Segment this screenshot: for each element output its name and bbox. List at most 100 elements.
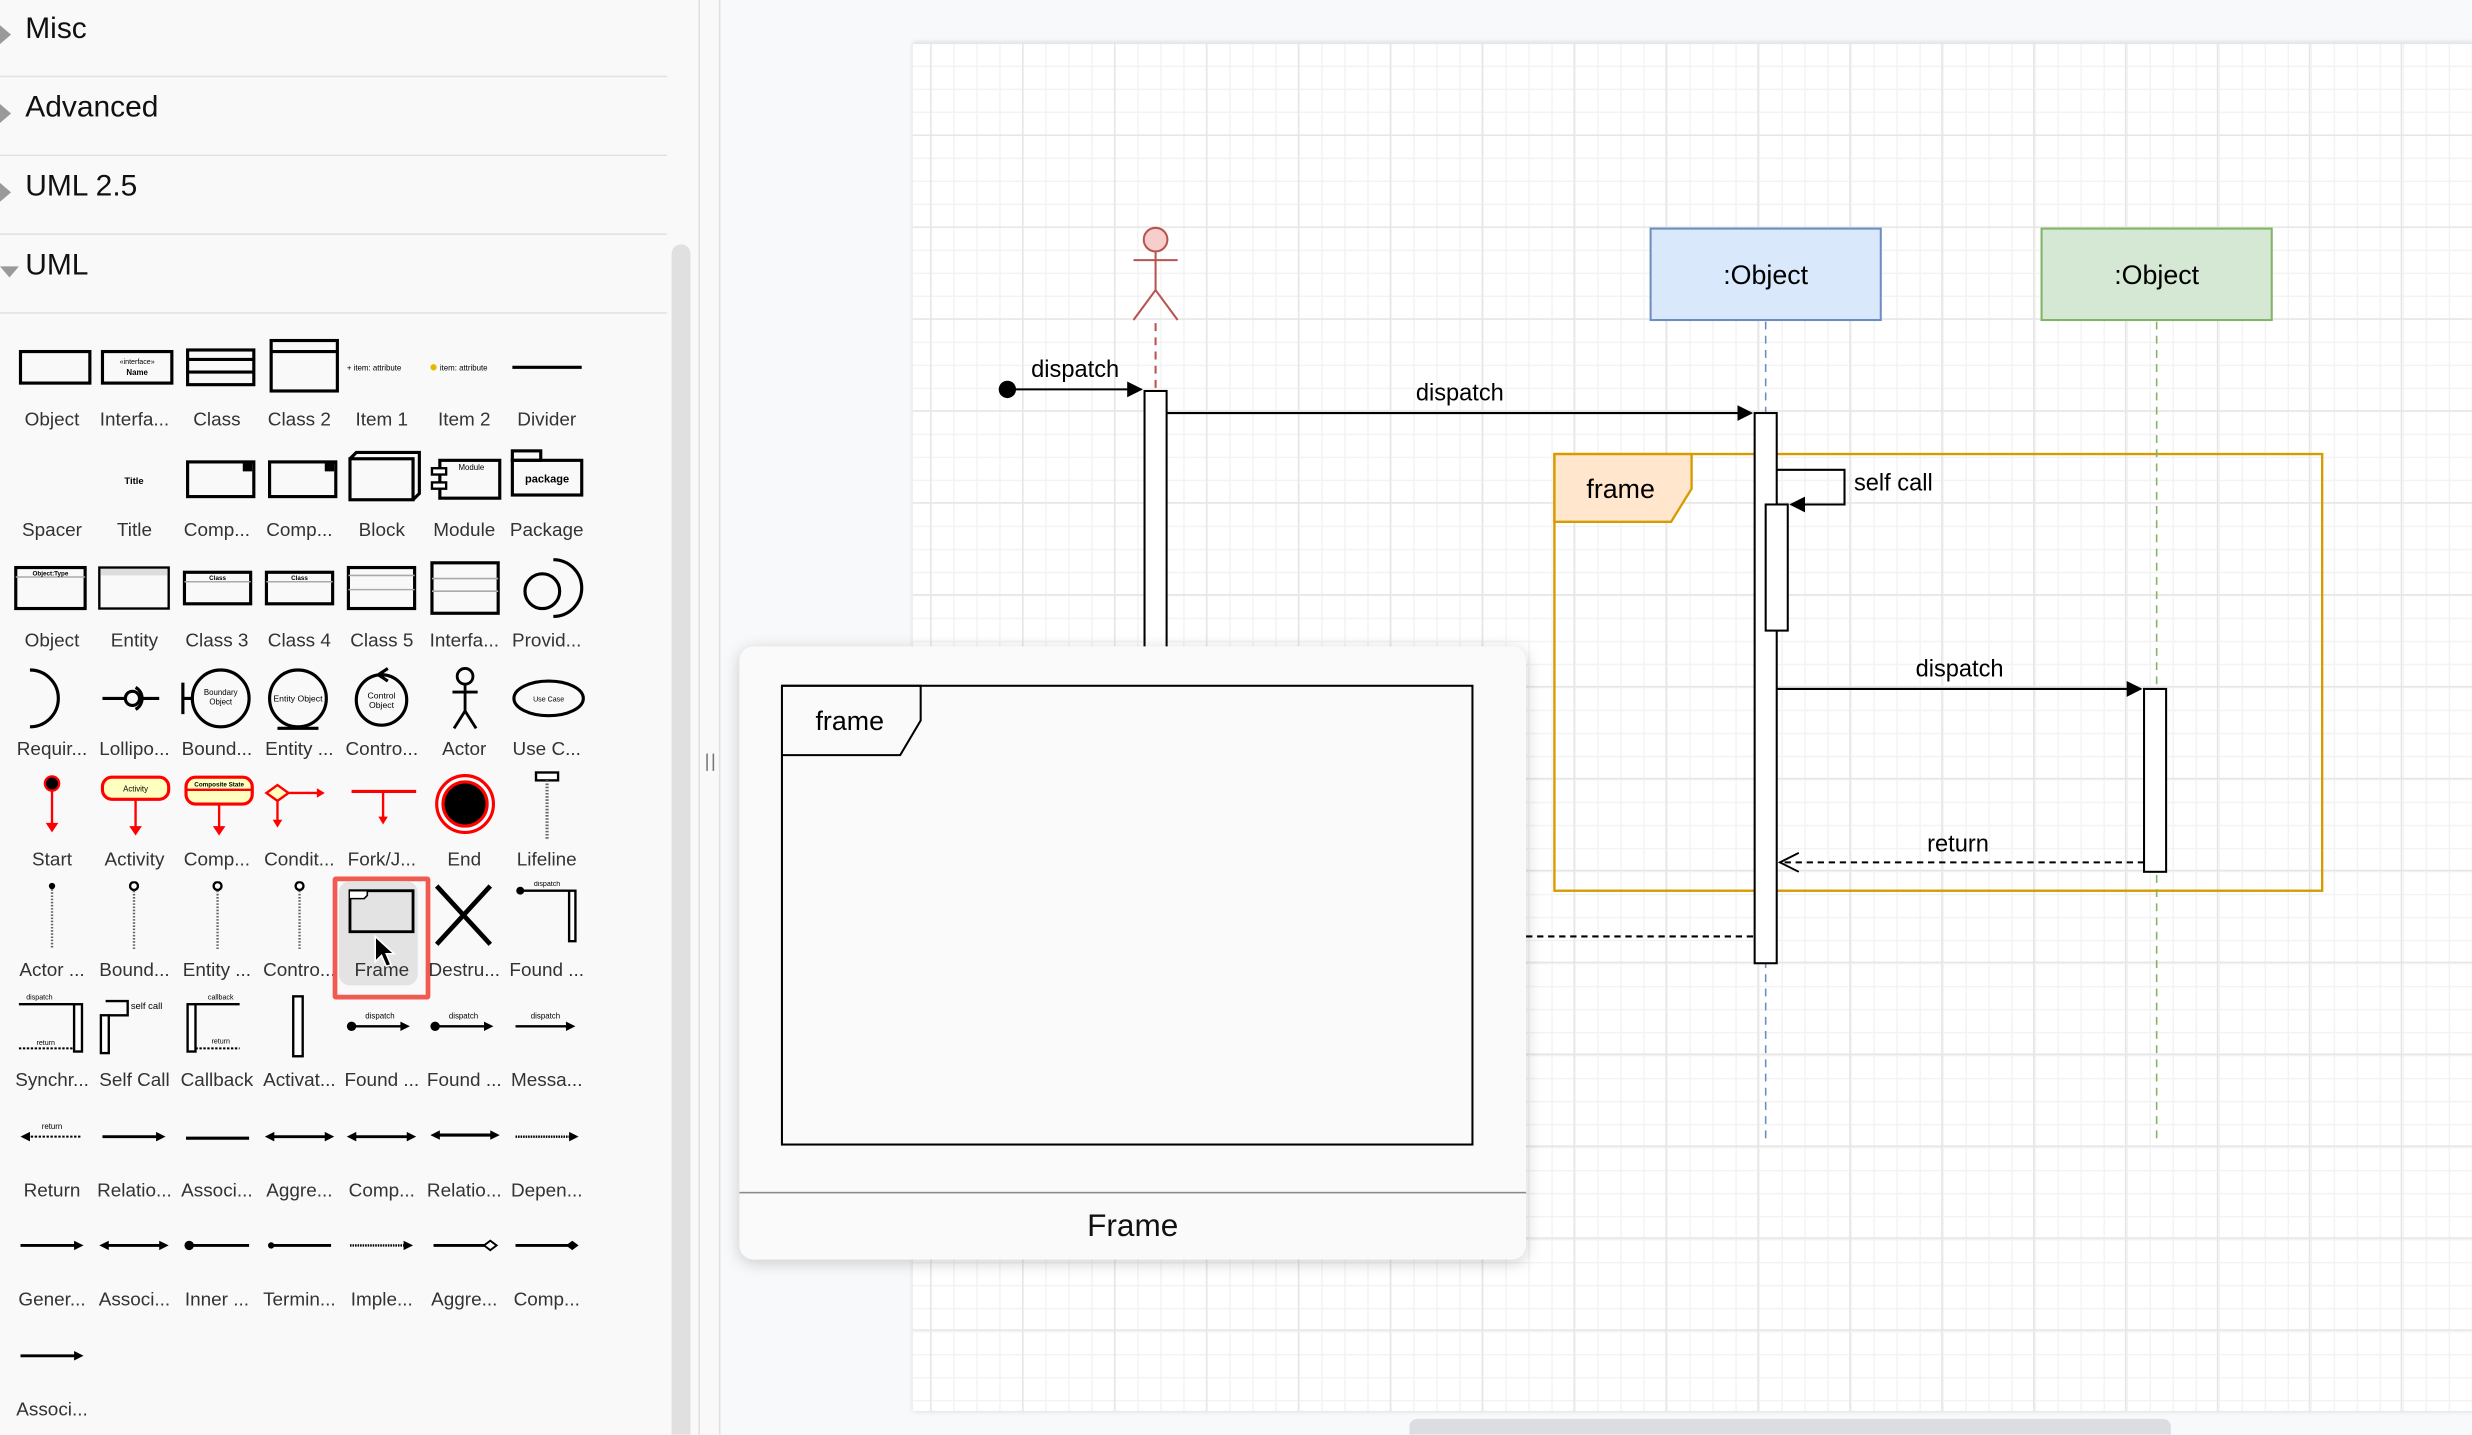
tooltip-divider [739, 1191, 1527, 1194]
shape-interface[interactable]: «interface» Name Interfa... [93, 331, 175, 441]
shape-label: Entity [110, 628, 159, 651]
shape-label: Relatio... [97, 1178, 172, 1201]
shape-aggregation[interactable]: Aggre... [258, 1101, 340, 1211]
condition-icon [264, 783, 325, 828]
svg-text:Object: Object [369, 700, 395, 710]
shape-end[interactable]: End [423, 771, 505, 881]
shape-boundary-lifeline[interactable]: Bound... [93, 881, 175, 991]
shape-object[interactable]: Object Object [11, 331, 93, 441]
required-interface-icon [29, 669, 60, 729]
shape-class[interactable]: Class [176, 331, 258, 441]
component2-icon [267, 460, 338, 498]
class-icon [185, 348, 255, 387]
self-call-message[interactable]: self call [1776, 468, 1933, 513]
shape-fork-join[interactable]: Fork/J... [341, 771, 423, 881]
actor-lifeline[interactable] [1132, 226, 1179, 391]
shape-synchronous-call[interactable]: dispatch return Synchr... [11, 991, 93, 1101]
shape-dependency[interactable]: Depen... [506, 1101, 588, 1211]
shape-use-case[interactable]: Use Case Use C... [506, 661, 588, 771]
self-call-activation[interactable] [1764, 503, 1789, 632]
activation-2[interactable] [2143, 687, 2168, 873]
sync-message-1[interactable]: dispatch [1166, 380, 1754, 421]
shape-control-lifeline[interactable]: Contro... [258, 881, 340, 991]
shape-found-message[interactable]: dispatch Found ... [341, 991, 423, 1101]
section-uml-2-5[interactable]: UML 2.5 [0, 154, 667, 235]
shape-item1[interactable]: + item: attribute Item 1 [341, 331, 423, 441]
generalization-icon [20, 1241, 84, 1251]
activation-1[interactable] [1753, 412, 1778, 965]
section-advanced[interactable]: Advanced [0, 76, 667, 157]
shape-lollipop[interactable]: Lollipo... [93, 661, 175, 771]
shape-found-message-activation[interactable]: dispatch Found ... [506, 881, 588, 991]
shape-boundary-object[interactable]: Boundary Object Bound... [176, 661, 258, 771]
shape-composite-state[interactable]: Composite State Comp... [176, 771, 258, 881]
entity-object-icon: Entity Object [267, 669, 328, 731]
shape-association[interactable]: Associ... [176, 1101, 258, 1211]
shape-control-object[interactable]: Control Object Contro... [341, 661, 423, 771]
class2-icon [269, 338, 339, 393]
section-misc[interactable]: Misc [0, 0, 667, 78]
shape-destruction[interactable]: Destru... [423, 881, 505, 991]
return-message[interactable]: return [1777, 831, 2145, 873]
shape-package[interactable]: package Package [506, 441, 588, 551]
relation-icon [102, 1131, 167, 1141]
shape-relation2[interactable]: Relatio... [423, 1101, 505, 1211]
shape-composition[interactable]: Comp... [341, 1101, 423, 1211]
shape-self-call[interactable]: self call Self Call [93, 991, 175, 1101]
shape-lifeline[interactable]: Lifeline [506, 771, 588, 881]
shape-module[interactable]: Module Module [423, 441, 505, 551]
shape-component2[interactable]: Comp... [258, 441, 340, 551]
shape-entity-object[interactable]: Entity Object Entity ... [258, 661, 340, 771]
shape-terminator[interactable]: Termin... [258, 1211, 340, 1321]
shape-provided-interface[interactable]: Provid... [506, 551, 588, 661]
shape-divider[interactable]: Divider [506, 331, 588, 441]
actor-lifeline-icon [48, 882, 56, 950]
shape-aggregation2[interactable]: Aggre... [423, 1211, 505, 1321]
shape-class2[interactable]: Class 2 [258, 331, 340, 441]
shape-activity[interactable]: Activity Activity [93, 771, 175, 881]
shape-class3[interactable]: Class Class 3 [176, 551, 258, 661]
shape-class4[interactable]: Class Class 4 [258, 551, 340, 661]
shape-actor[interactable]: Actor [423, 661, 505, 771]
shape-spacer[interactable]: Spacer [11, 441, 93, 551]
shape-object-type[interactable]: Object:Type Object [11, 551, 93, 661]
shape-message[interactable]: dispatch Messa... [506, 991, 588, 1101]
chevron-right-icon [0, 25, 12, 45]
message-label: dispatch [1416, 380, 1504, 406]
sidebar-splitter[interactable] [699, 0, 721, 1435]
shape-actor-lifeline[interactable]: Actor ... [11, 881, 93, 991]
svg-text:Object: Object [209, 698, 233, 707]
shape-association2[interactable]: Associ... [93, 1211, 175, 1321]
shape-condition[interactable]: Condit... [258, 771, 340, 881]
shape-entity-lifeline[interactable]: Entity ... [176, 881, 258, 991]
shape-association3[interactable]: Associ... [11, 1321, 93, 1431]
shape-interface2[interactable]: Interfa... [423, 551, 505, 661]
shape-callback[interactable]: callback return Callback [176, 991, 258, 1101]
shape-start[interactable]: Start [11, 771, 93, 881]
shape-entity-table[interactable]: Entity [93, 551, 175, 661]
shape-item2[interactable]: item: attribute Item 2 [423, 331, 505, 441]
actor-activation[interactable] [1143, 389, 1168, 661]
canvas-horizontal-scrollbar[interactable] [1409, 1418, 2171, 1435]
splitter-grip-icon[interactable] [706, 753, 715, 771]
sidebar-scrollbar[interactable] [671, 244, 691, 1435]
sync-message-2[interactable]: dispatch [1776, 656, 2143, 697]
section-uml[interactable]: UML [0, 233, 667, 314]
shape-block[interactable]: Block [341, 441, 423, 551]
shape-label: Start [32, 848, 73, 871]
object-lifeline-2[interactable]: :Object [2040, 227, 2273, 1142]
shape-found-message2[interactable]: dispatch Found ... [423, 991, 505, 1101]
shape-return[interactable]: return Return [11, 1101, 93, 1211]
shape-title[interactable]: Title Title [93, 441, 175, 551]
shape-component[interactable]: Comp... [176, 441, 258, 551]
shape-relation[interactable]: Relatio... [93, 1101, 175, 1211]
shape-class5[interactable]: Class 5 [341, 551, 423, 661]
shape-required-interface[interactable]: Requir... [11, 661, 93, 771]
shape-inner-class[interactable]: Inner ... [176, 1211, 258, 1321]
shape-generalization[interactable]: Gener... [11, 1211, 93, 1321]
shape-label: Provid... [512, 628, 582, 651]
found-message[interactable]: dispatch [998, 357, 1143, 399]
shape-composition2[interactable]: Comp... [506, 1211, 588, 1321]
shape-implementation[interactable]: Imple... [341, 1211, 423, 1321]
shape-activation[interactable]: Activat... [258, 991, 340, 1101]
